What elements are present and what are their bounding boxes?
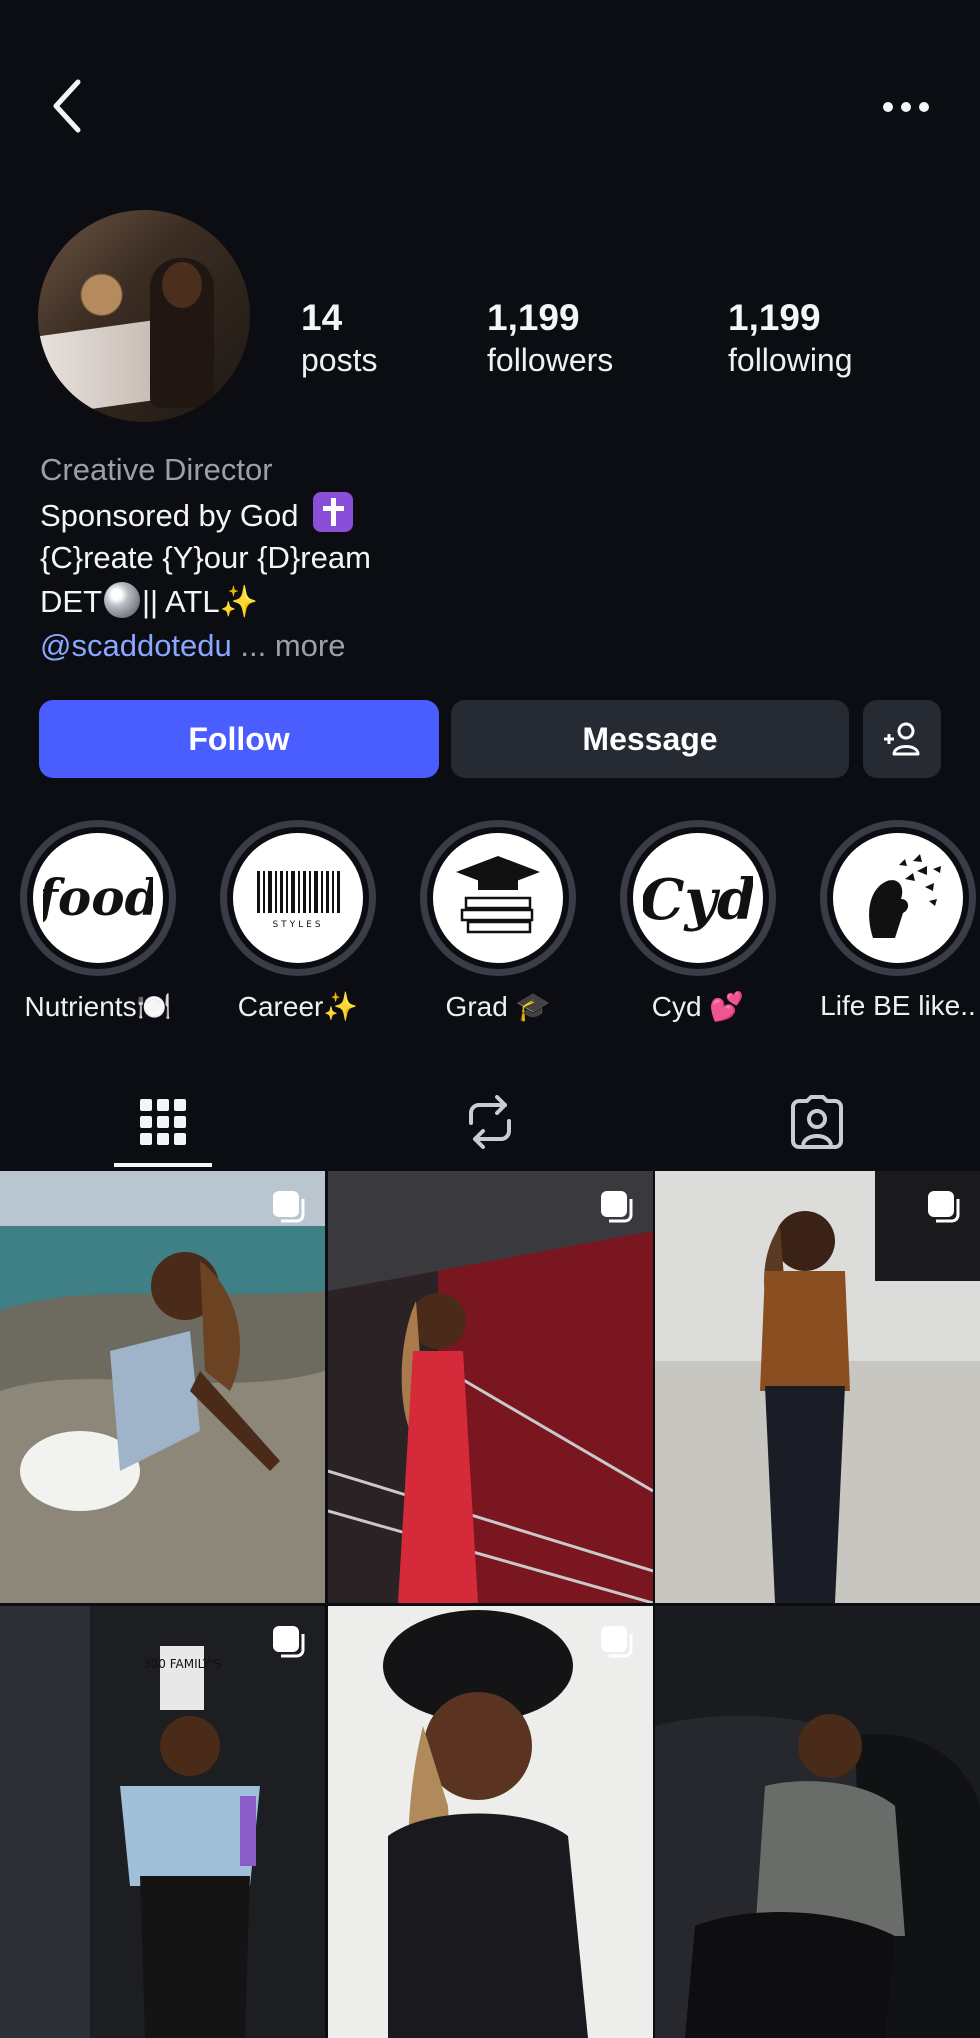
post-thumbnail[interactable] (655, 1171, 980, 1603)
ellipsis-icon (883, 102, 929, 112)
post-thumbnail[interactable] (655, 1606, 980, 2038)
message-button[interactable]: Message (451, 700, 849, 778)
post-thumbnail[interactable] (328, 1171, 653, 1603)
highlight-label: Career✨ (237, 991, 359, 1022)
post-thumbnail[interactable] (328, 1606, 653, 2038)
reposts-icon (469, 1095, 511, 1149)
highlight-label: Nutrients🍽️ (24, 991, 172, 1022)
bio-line: @scaddotedu ... more (40, 624, 346, 668)
following-label: following (728, 342, 853, 378)
bio-text: || ATL (142, 584, 220, 619)
multiple-posts-icon (928, 1191, 960, 1223)
latin-cross-icon (313, 492, 354, 532)
grid-icon (140, 1099, 186, 1145)
highlight-ring: Cyd (620, 820, 776, 976)
highlight-label: Life BE like.. (820, 990, 976, 1021)
highlight-label: Cyd 💕 (651, 991, 745, 1022)
highlight-ring (420, 820, 576, 976)
highlight-grad[interactable]: Grad 🎓 (408, 820, 588, 1023)
stat-following[interactable]: 1,199 following (728, 296, 908, 380)
graduation-books-icon (456, 856, 540, 934)
followers-count: 1,199 (487, 297, 580, 338)
post-photo-car (655, 1606, 980, 2038)
disco-ball-icon (104, 582, 140, 618)
svg-text:STYLES: STYLES (272, 920, 323, 930)
back-button[interactable] (48, 78, 88, 134)
highlight-ring (820, 820, 976, 976)
sparkles-icon: ✨ (219, 584, 259, 619)
highlight-cyd[interactable]: Cyd Cyd 💕 (608, 820, 788, 1023)
highlight-career[interactable]: STYLES Career✨ (208, 820, 388, 1023)
post-photo-mall: 300 FAMILY'S (0, 1606, 325, 2038)
post-photo-fur-hat (328, 1606, 653, 2038)
multiple-posts-icon (273, 1626, 305, 1658)
cyd-monogram-icon: Cyd (643, 867, 753, 933)
butterfly-silhouette-icon (869, 854, 941, 938)
bio-line: Sponsored by God (40, 492, 354, 538)
post-thumbnail[interactable] (0, 1171, 325, 1603)
active-tab-indicator (114, 1163, 212, 1167)
profile-avatar[interactable] (38, 210, 250, 422)
more-options-button[interactable] (880, 90, 932, 124)
multiple-posts-icon (601, 1191, 633, 1223)
profile-category: Creative Director (40, 452, 273, 487)
tagged-icon (791, 1095, 843, 1149)
highlight-life[interactable]: Life BE like.. (808, 820, 980, 1022)
tab-reposts[interactable] (440, 1080, 540, 1164)
stat-posts[interactable]: 14 posts (301, 296, 461, 380)
bio-mention-link[interactable]: @scaddotedu (40, 628, 232, 663)
multiple-posts-icon (273, 1191, 305, 1223)
barcode-icon: STYLES (257, 871, 340, 930)
following-count: 1,199 (728, 297, 821, 338)
svg-text:300 FAMILY'S: 300 FAMILY'S (143, 1657, 221, 1671)
suggested-users-button[interactable] (863, 700, 941, 778)
bio-text: Sponsored by God (40, 498, 299, 533)
posts-label: posts (301, 342, 378, 378)
post-photo-red-stairs (328, 1171, 653, 1603)
post-thumbnail[interactable]: 300 FAMILY'S (0, 1606, 325, 2038)
svg-text:food: food (43, 868, 153, 927)
bio-line: DET || ATL✨ (40, 580, 258, 624)
highlight-nutrients[interactable]: food Nutrients🍽️ (8, 820, 188, 1023)
follow-button[interactable]: Follow (39, 700, 439, 778)
bio-text: DET (40, 584, 102, 619)
highlight-label: Grad 🎓 (445, 991, 551, 1022)
posts-count: 14 (301, 297, 343, 338)
post-photo-beach (0, 1171, 325, 1603)
bio-more-link[interactable]: ... more (240, 628, 345, 663)
svg-text:Cyd: Cyd (643, 867, 753, 933)
highlight-ring: STYLES (220, 820, 376, 976)
tab-posts-grid[interactable] (113, 1080, 213, 1164)
followers-label: followers (487, 342, 614, 378)
tab-tagged[interactable] (767, 1080, 867, 1164)
stat-followers[interactable]: 1,199 followers (487, 296, 667, 380)
chevron-left-icon (53, 79, 81, 133)
add-user-icon (884, 722, 920, 756)
bio-line: {C}reate {Y}our {D}ream (40, 540, 371, 575)
post-photo-night-wall (655, 1171, 980, 1603)
food-script-icon: food (43, 868, 153, 927)
highlight-ring: food (20, 820, 176, 976)
multiple-posts-icon (601, 1626, 633, 1658)
